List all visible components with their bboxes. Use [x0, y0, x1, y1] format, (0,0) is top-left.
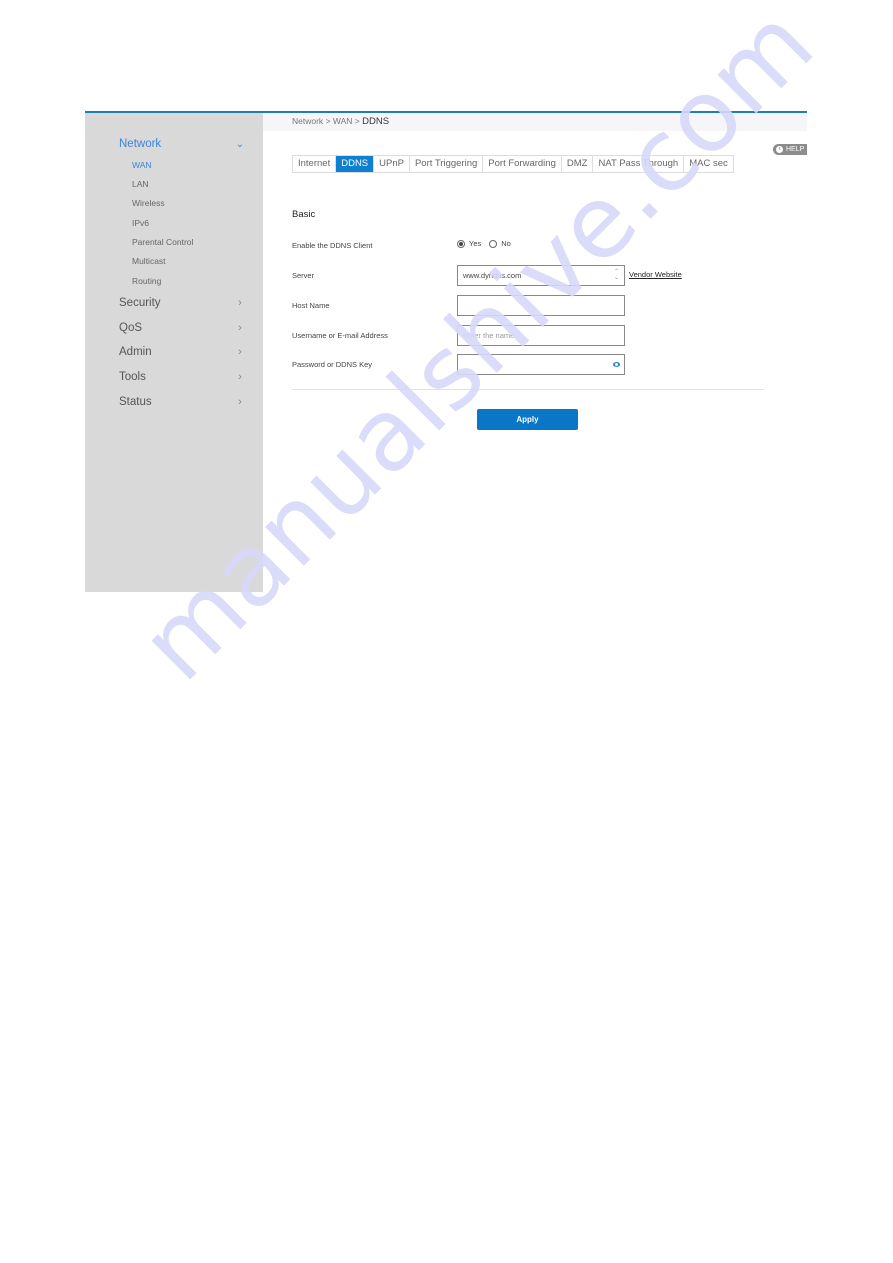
password-field[interactable]	[457, 354, 625, 375]
radio-checked-icon[interactable]	[457, 239, 465, 248]
password-label: Password or DDNS Key	[292, 360, 373, 369]
radio-no[interactable]: No	[489, 239, 511, 248]
tab-internet[interactable]: Internet	[293, 156, 337, 172]
radio-unchecked-icon[interactable]	[489, 239, 498, 248]
breadcrumb-separator: >	[325, 116, 331, 126]
enable-ddns-label: Enable the DDNS Client	[292, 241, 373, 250]
breadcrumb-item[interactable]: Network	[292, 116, 323, 126]
tab-upnp[interactable]: UPnP	[374, 156, 410, 172]
sidebar-item-status[interactable]: Status ›	[119, 393, 245, 411]
breadcrumb-current: DDNS	[362, 116, 390, 127]
sidebar-subitem-multicast[interactable]: Multicast	[132, 254, 166, 268]
breadcrumb-separator: >	[354, 116, 360, 126]
password-input[interactable]	[463, 355, 624, 374]
eye-icon[interactable]	[613, 362, 620, 367]
sidebar-subitem-lan[interactable]: LAN	[132, 177, 149, 191]
vendor-website-link[interactable]: Vendor Website	[629, 270, 682, 279]
sidebar-item-label: QoS	[119, 322, 143, 334]
chevron-down-icon: ⌄	[235, 138, 245, 150]
sidebar-item-qos[interactable]: QoS ›	[119, 319, 245, 337]
sidebar-item-label: Security	[119, 297, 161, 309]
chevron-right-icon: ›	[238, 396, 242, 408]
chevron-right-icon: ›	[238, 346, 242, 358]
tab-bar: Internet DDNS UPnP Port Triggering Port …	[292, 155, 734, 173]
up-down-arrows-icon: ⌃ ⌄	[613, 269, 619, 281]
server-select[interactable]: www.dyndns.com ⌃ ⌄	[457, 265, 625, 286]
sidebar-subitem-ipv6[interactable]: IPv6	[132, 216, 149, 230]
server-value: www.dyndns.com	[463, 271, 522, 280]
host-name-label: Host Name	[292, 301, 330, 310]
chevron-right-icon: ›	[238, 371, 242, 383]
divider	[292, 389, 764, 390]
tab-nat-pass-through[interactable]: NAT Pass Through	[593, 156, 685, 172]
chevron-left-icon: ‹	[776, 146, 783, 153]
help-label: HELP	[786, 146, 805, 153]
sidebar-item-security[interactable]: Security ›	[119, 294, 245, 312]
section-title: Basic	[292, 209, 316, 220]
tab-port-forwarding[interactable]: Port Forwarding	[483, 156, 562, 172]
host-name-field[interactable]	[457, 295, 625, 316]
host-name-input[interactable]	[463, 296, 624, 315]
sidebar: Network ⌄ WAN LAN Wireless IPv6 Parental…	[85, 113, 263, 592]
sidebar-item-label: Tools	[119, 371, 146, 383]
breadcrumb-bar: Network > WAN > DDNS	[263, 113, 807, 131]
chevron-right-icon: ›	[238, 297, 242, 309]
sidebar-item-network[interactable]: Network ⌄	[119, 135, 245, 153]
sidebar-item-label: Status	[119, 396, 152, 408]
sidebar-item-label: Admin	[119, 346, 152, 358]
tab-mac-sec[interactable]: MAC sec	[684, 156, 733, 172]
radio-yes[interactable]: Yes	[457, 239, 481, 248]
username-field[interactable]	[457, 325, 625, 346]
help-button[interactable]: ‹ HELP	[773, 144, 807, 155]
sidebar-subitem-wan[interactable]: WAN	[132, 158, 152, 172]
radio-yes-label: Yes	[469, 239, 482, 248]
tab-dmz[interactable]: DMZ	[561, 156, 594, 172]
sidebar-item-admin[interactable]: Admin ›	[119, 343, 245, 361]
sidebar-subitem-routing[interactable]: Routing	[132, 274, 161, 288]
tab-ddns[interactable]: DDNS	[336, 156, 375, 172]
sidebar-item-label: Network	[119, 138, 162, 150]
breadcrumb-item[interactable]: WAN	[333, 116, 353, 126]
tab-port-triggering[interactable]: Port Triggering	[409, 156, 484, 172]
username-label: Username or E-mail Address	[292, 331, 388, 340]
router-admin-frame: Network ⌄ WAN LAN Wireless IPv6 Parental…	[85, 111, 807, 594]
sidebar-item-tools[interactable]: Tools ›	[119, 368, 245, 386]
sidebar-subitem-wireless[interactable]: Wireless	[132, 196, 165, 210]
sidebar-subitem-parental-control[interactable]: Parental Control	[132, 235, 193, 249]
enable-ddns-radio-group: Yes No	[457, 239, 519, 248]
apply-button[interactable]: Apply	[477, 409, 578, 430]
username-input[interactable]	[463, 326, 624, 345]
server-label: Server	[292, 271, 315, 280]
main-content: Network > WAN > DDNS ‹ HELP Internet DDN…	[263, 113, 807, 592]
breadcrumb: Network > WAN > DDNS	[292, 116, 389, 127]
radio-no-label: No	[501, 239, 511, 248]
chevron-right-icon: ›	[238, 322, 242, 334]
